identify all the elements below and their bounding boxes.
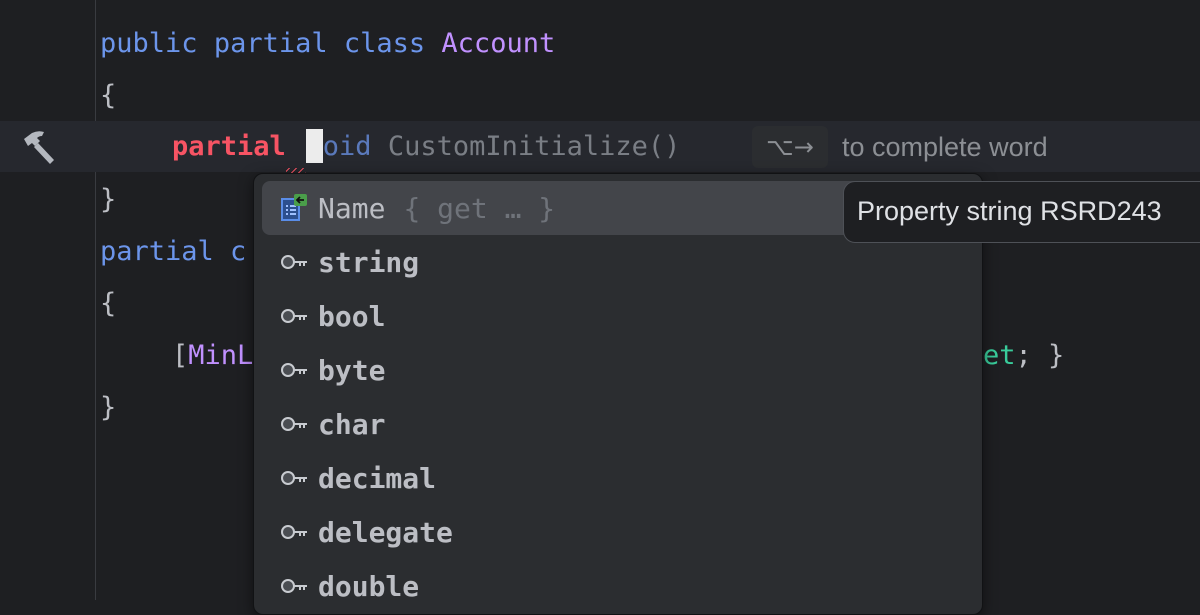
hammer-icon[interactable] [20,127,60,167]
code-line-6[interactable]: { [100,277,116,331]
shortcut-hint-key: ⌥→ [752,126,828,168]
shortcut-hint-text: to complete word [842,132,1048,162]
gutter-divider [95,0,96,600]
completion-item-double[interactable]: double [262,559,974,613]
token-partial-rest: c [213,236,247,267]
code-line-2[interactable]: { [100,69,116,123]
token-accessor: et [983,340,1016,371]
keyword-icon [280,410,308,438]
keyword-icon [280,356,308,384]
token-attribute: MinL [188,340,254,371]
keyword-icon [280,302,308,330]
completion-item-label: delegate [318,515,453,549]
keyword-icon [280,248,308,276]
completion-item-label: byte [318,353,386,387]
documentation-tooltip: Property string RSRD243 [843,181,1200,243]
token-method-signature: CustomInitialize() [371,131,681,162]
token-partial: partial [100,236,214,267]
text-cursor [305,128,323,163]
completion-item-bool[interactable]: bool [262,289,974,343]
code-line-7[interactable]: [MinL [172,329,253,383]
token-accessor-end: ; } [1015,340,1065,371]
token-void-remainder: oid [322,131,372,162]
completion-item-label: string [318,245,420,279]
token-bracket: [ [172,340,189,371]
token-class-name: Account [441,28,556,59]
token-partial-error: partial [172,131,286,162]
code-line-3[interactable]: partial oid CustomInitialize() [172,120,680,174]
keyword-icon [280,464,308,492]
completion-item-char[interactable]: char [262,397,974,451]
completion-item-label: Name [318,191,386,225]
code-line-4[interactable]: } [100,173,116,227]
completion-item-string[interactable]: string [262,235,974,289]
token-public: public [100,28,198,59]
property-icon [280,194,308,222]
completion-item-decimal[interactable]: decimal [262,451,974,505]
completion-item-byte[interactable]: byte [262,343,974,397]
token-partial: partial [213,28,328,59]
completion-item-label: char [318,407,386,441]
completion-item-delegate[interactable]: delegate [262,505,974,559]
completion-item-tail: { get … } [403,191,556,225]
completion-item-label: double [318,569,420,603]
code-line-8[interactable]: } [100,381,116,435]
gutter [0,0,95,600]
completion-item-label: bool [318,299,386,333]
keyword-icon [280,572,308,600]
token-class: class [343,28,426,59]
code-line-7-tail[interactable]: et; } [983,329,1064,383]
completion-item-label: decimal [318,461,437,495]
code-line-5[interactable]: partial c [100,225,246,279]
keyword-icon [280,518,308,546]
code-line-1[interactable]: public partial class Account [100,17,555,71]
